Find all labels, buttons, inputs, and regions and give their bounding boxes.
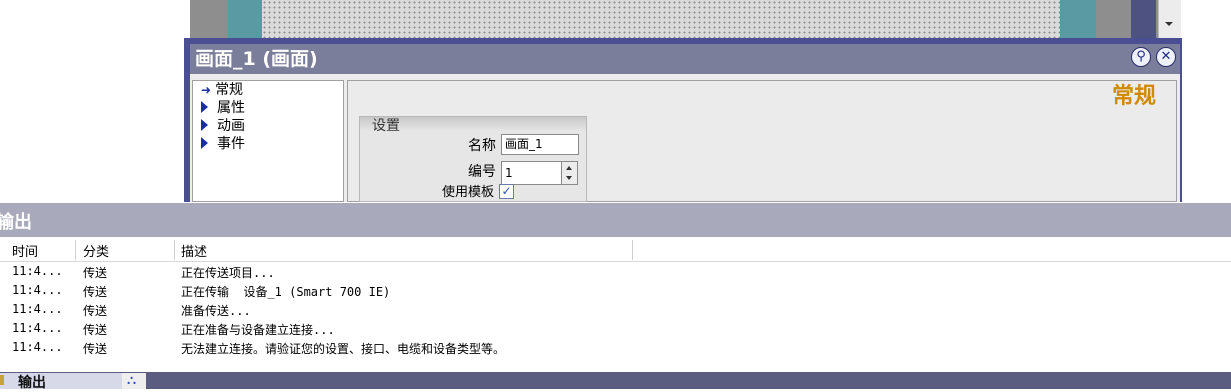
nav-item-events[interactable]: 事件	[201, 135, 245, 153]
bottom-tab-bar	[0, 372, 1231, 389]
row-time: 11:4...	[12, 302, 63, 316]
scroll-down-icon[interactable]	[1165, 22, 1173, 26]
triangle-right-icon	[201, 137, 208, 149]
canvas-dark-band	[1131, 0, 1156, 38]
network-icon: ⛬	[127, 373, 137, 388]
row-description: 准备传送...	[181, 304, 251, 318]
nav-item-general[interactable]: ➜ 常规	[201, 81, 243, 99]
row-time: 11:4...	[12, 340, 63, 354]
properties-nav: ➜ 常规 属性 动画 事件	[192, 80, 344, 202]
use-template-checkbox[interactable]: ✓	[499, 184, 514, 199]
output-title: 输出	[0, 212, 32, 233]
nav-item-label: 事件	[217, 136, 245, 152]
row-category: 传送	[83, 266, 108, 280]
nav-item-label: 属性	[217, 100, 245, 116]
template-label: 使用模板	[441, 185, 494, 200]
canvas-teal-band-right	[1060, 0, 1096, 38]
section-heading: 常规	[1112, 84, 1157, 109]
row-category: 传送	[83, 304, 108, 318]
row-description: 正在传送项目...	[181, 266, 275, 280]
triangle-right-icon	[201, 101, 208, 113]
column-description[interactable]: 描述	[181, 241, 207, 260]
output-header	[0, 203, 1231, 237]
spin-up-icon[interactable]	[566, 166, 572, 170]
row-category: 传送	[83, 323, 108, 337]
column-category[interactable]: 分类	[83, 241, 109, 260]
arrow-right-icon: ➜	[201, 83, 212, 97]
tab-output-label: 输出	[18, 375, 46, 391]
column-separator[interactable]	[632, 240, 633, 260]
number-label: 编号	[468, 164, 496, 180]
row-description: 无法建立连接。请验证您的设置、接口、电缆和设备类型等。	[181, 342, 506, 356]
number-field[interactable]: 1	[501, 161, 562, 185]
canvas-grid-area[interactable]	[262, 0, 1060, 38]
output-tab-icon	[0, 375, 4, 385]
spin-down-icon[interactable]	[566, 176, 572, 180]
triangle-right-icon	[201, 119, 208, 131]
row-time: 11:4...	[12, 283, 63, 297]
row-description: 正在传输 设备_1 (Smart 700 IE)	[181, 285, 391, 299]
nav-item-label: 常规	[215, 82, 244, 98]
number-stepper[interactable]	[561, 161, 578, 185]
nav-item-properties[interactable]: 属性	[201, 99, 245, 117]
column-separator[interactable]	[75, 240, 76, 260]
row-time: 11:4...	[12, 264, 63, 278]
name-label: 名称	[468, 138, 496, 154]
row-time: 11:4...	[12, 321, 63, 335]
pin-icon[interactable]: ⚲	[1131, 47, 1151, 67]
row-description: 正在准备与设备建立连接...	[181, 323, 335, 337]
nav-item-label: 动画	[217, 118, 245, 134]
properties-title: 画面_1 (画面)	[195, 48, 318, 70]
properties-title-bar	[190, 44, 1180, 74]
row-category: 传送	[83, 342, 108, 356]
settings-group-title: 设置	[372, 118, 400, 134]
column-time[interactable]: 时间	[12, 241, 38, 260]
nav-item-animation[interactable]: 动画	[201, 117, 245, 135]
close-icon[interactable]: ✕	[1156, 47, 1176, 67]
row-category: 传送	[83, 285, 108, 299]
name-field[interactable]: 画面_1	[501, 134, 579, 155]
canvas-vertical-scrollbar[interactable]	[1158, 0, 1181, 38]
canvas-teal-band-left	[228, 0, 262, 38]
column-separator[interactable]	[174, 240, 175, 260]
